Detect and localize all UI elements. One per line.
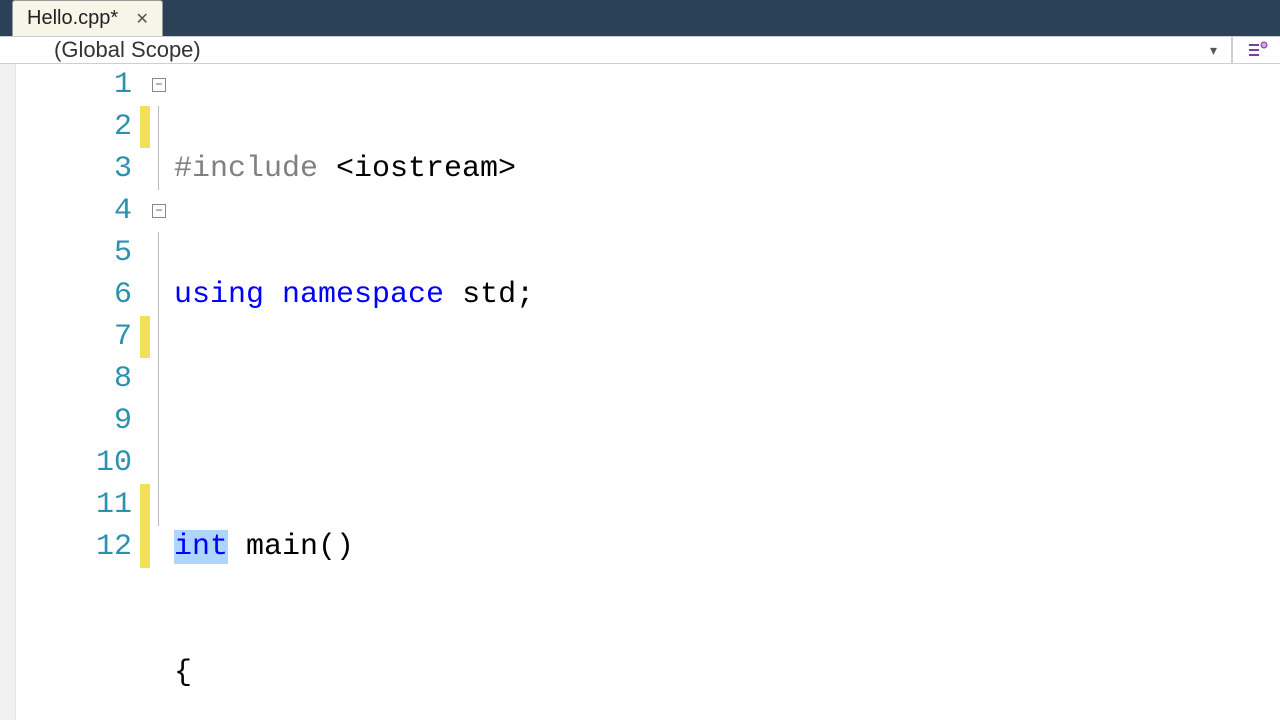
outline-guide	[158, 316, 159, 358]
keyword-token: int	[174, 530, 228, 564]
line-number: 9	[16, 400, 132, 442]
close-icon[interactable]: ✕	[132, 9, 152, 29]
indicator-margin	[0, 64, 16, 720]
outline-guide	[158, 274, 159, 316]
scope-label: (Global Scope)	[54, 37, 201, 63]
code-editor[interactable]: 1 2 3 4 5 6 7 8 9 10 11 12 − −	[0, 64, 1280, 720]
keyword-token: namespace	[282, 278, 444, 312]
code-line[interactable]: using namespace std;	[174, 274, 1280, 316]
line-number: 8	[16, 358, 132, 400]
line-number: 12	[16, 526, 132, 568]
scope-dropdown[interactable]: (Global Scope) ▾	[0, 37, 1232, 63]
code-text: <iostream>	[318, 152, 516, 186]
chevron-down-icon: ▾	[1210, 42, 1217, 59]
line-number: 3	[16, 148, 132, 190]
preprocessor-token: #include	[174, 152, 318, 186]
outline-guide	[158, 358, 159, 400]
modified-line-marker	[140, 526, 150, 568]
line-number-gutter: 1 2 3 4 5 6 7 8 9 10 11 12	[16, 64, 140, 720]
outline-guide	[158, 148, 159, 190]
file-tab-title: Hello.cpp*	[27, 7, 118, 30]
line-number: 1	[16, 64, 132, 106]
line-number: 10	[16, 442, 132, 484]
line-number: 11	[16, 484, 132, 526]
line-number: 2	[16, 106, 132, 148]
modified-line-marker	[140, 316, 150, 358]
outline-guide	[158, 232, 159, 274]
code-text: {	[174, 656, 192, 690]
modified-line-marker	[140, 484, 150, 526]
member-dropdown-button[interactable]	[1232, 37, 1280, 63]
fold-toggle[interactable]: −	[152, 204, 166, 218]
code-text: main()	[228, 530, 354, 564]
outline-guide	[158, 442, 159, 484]
outlining-margin: − −	[150, 64, 172, 720]
code-line[interactable]: int main()	[174, 526, 1280, 568]
line-number: 4	[16, 190, 132, 232]
member-icon	[1245, 38, 1269, 62]
modified-line-marker	[140, 106, 150, 148]
outline-guide	[158, 484, 159, 526]
line-number: 6	[16, 274, 132, 316]
code-area[interactable]: #include <iostream> using namespace std;…	[172, 64, 1280, 720]
outline-guide	[158, 106, 159, 148]
navigation-bar: (Global Scope) ▾	[0, 36, 1280, 64]
code-line[interactable]: #include <iostream>	[174, 148, 1280, 190]
code-text: std;	[444, 278, 534, 312]
keyword-token: using	[174, 278, 264, 312]
tab-bar: Hello.cpp* ✕	[0, 0, 1280, 36]
line-number: 7	[16, 316, 132, 358]
fold-toggle[interactable]: −	[152, 78, 166, 92]
code-line[interactable]: {	[174, 652, 1280, 694]
line-number: 5	[16, 232, 132, 274]
code-line[interactable]	[174, 400, 1280, 442]
file-tab[interactable]: Hello.cpp* ✕	[12, 0, 163, 36]
outline-guide	[158, 400, 159, 442]
change-tracking-margin	[140, 64, 150, 720]
